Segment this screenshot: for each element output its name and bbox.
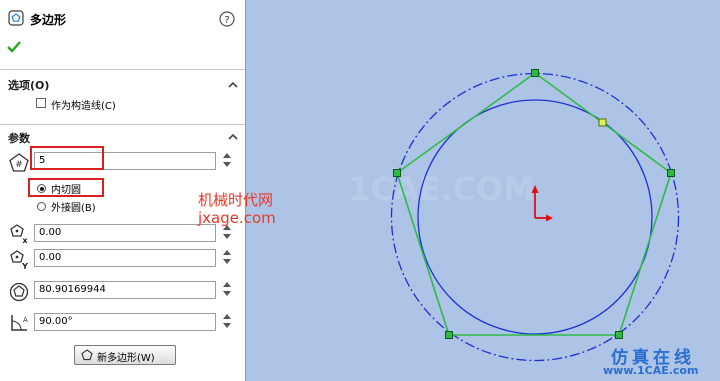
vertex-point[interactable] (445, 331, 453, 339)
vertex-point[interactable] (667, 169, 675, 177)
center-logo-watermark: 1CAE.COM (348, 170, 535, 208)
watermark-site-url: jxage.com (198, 209, 276, 227)
watermark-site-name: 机械时代网 (198, 191, 274, 209)
vertex-point[interactable] (531, 69, 539, 77)
watermark-bottom-url: www.1CAE.com (603, 364, 699, 377)
vertex-point[interactable] (393, 169, 401, 177)
vertex-point[interactable] (615, 331, 623, 339)
midpoint-handle[interactable] (598, 118, 607, 127)
origin-icon (531, 185, 553, 222)
sketch-canvas[interactable]: 1CAE.COM (0, 0, 720, 381)
